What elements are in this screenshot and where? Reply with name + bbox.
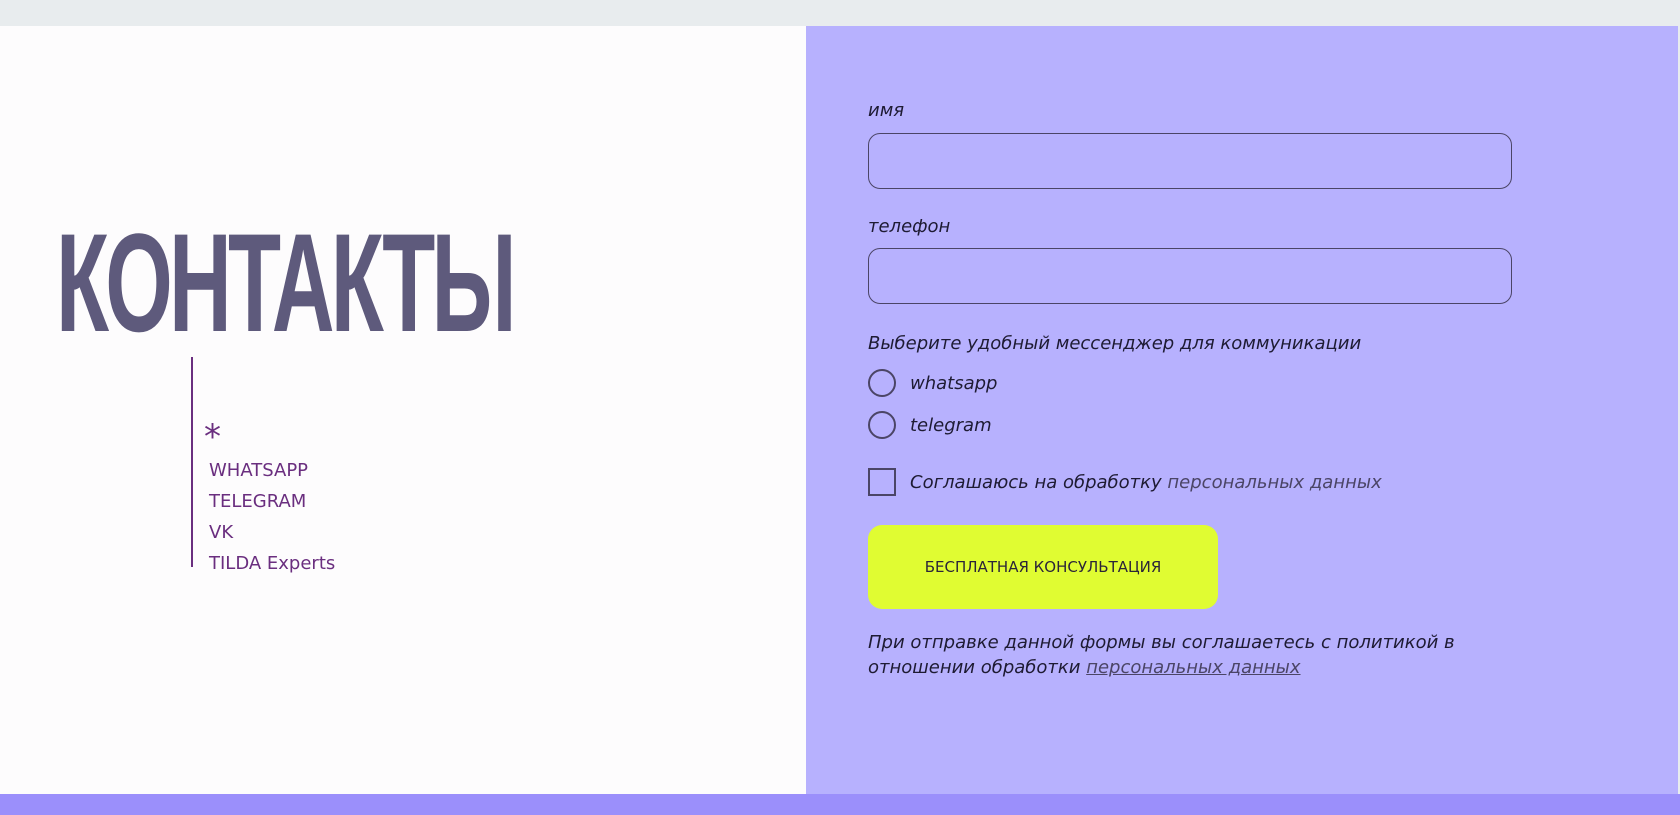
page-title: КОНТАКТЫ [56,204,517,361]
tilda-experts-link[interactable]: TILDA Experts [209,553,335,574]
telegram-radio-label: telegram [910,414,992,436]
contact-link-item: WHATSAPP [209,455,335,486]
telegram-option[interactable]: telegram [868,411,992,439]
contact-link-item: VK [209,517,335,548]
whatsapp-radio[interactable] [868,369,896,397]
whatsapp-radio-label: whatsapp [910,372,998,394]
consent-personal-data-link[interactable]: персональных данных [1167,472,1381,493]
consent-text: Соглашаюсь на обработку [910,471,1162,493]
consent-checkbox[interactable] [868,468,896,496]
asterisk-icon: * [204,417,221,457]
contact-link-item: TELEGRAM [209,486,335,517]
contact-link-item: TILDA Experts [209,548,335,579]
whatsapp-option[interactable]: whatsapp [868,369,997,397]
messenger-prompt: Выберите удобный мессенджер для коммуник… [868,333,1362,354]
consent-label: Соглашаюсь на обработку персональных дан… [910,472,1382,493]
whatsapp-link[interactable]: WHATSAPP [209,460,308,481]
telegram-link[interactable]: TELEGRAM [209,491,306,512]
name-input[interactable] [868,133,1512,189]
phone-label: телефон [868,216,951,237]
telegram-radio[interactable] [868,411,896,439]
free-consultation-button[interactable]: БЕСПЛАТНАЯ КОНСУЛЬТАЦИЯ [868,525,1218,609]
bottom-band [0,794,1680,815]
contacts-panel [0,26,806,794]
consent-row[interactable]: Соглашаюсь на обработку персональных дан… [868,468,1382,496]
contact-links-list: WHATSAPP TELEGRAM VK TILDA Experts [209,455,335,579]
phone-input[interactable] [868,248,1512,304]
contacts-divider [191,357,193,567]
policy-personal-data-link[interactable]: персональных данных [1086,657,1300,678]
vk-link[interactable]: VK [209,522,233,543]
policy-notice: При отправке данной формы вы соглашаетес… [868,630,1468,680]
name-label: имя [868,100,905,121]
top-bar [0,0,1680,26]
